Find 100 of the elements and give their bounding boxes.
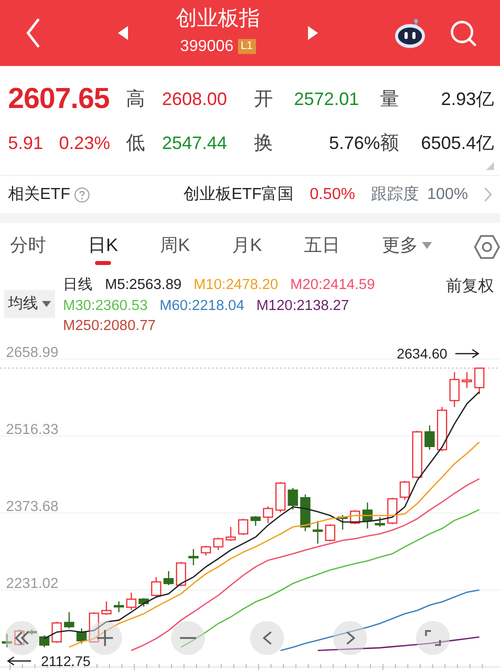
etf-name: 创业板ETF富国 [183, 184, 294, 204]
dropdown-caret-icon [422, 242, 432, 248]
candlestick [300, 494, 310, 532]
candlestick [101, 601, 112, 615]
candlestick [238, 518, 248, 535]
candlestick [39, 635, 50, 648]
chevron-right-icon [484, 187, 492, 202]
scroll-right-button[interactable] [333, 621, 367, 655]
double-chevron-left-icon [15, 631, 29, 645]
etf-change: 0.50% [310, 184, 356, 204]
price-change: 5.91 [8, 132, 44, 156]
previous-button[interactable] [118, 26, 128, 40]
quote-label: 额 [380, 132, 400, 156]
ma-value: M250:2080.77 [63, 317, 156, 336]
candlestick [424, 425, 435, 450]
page-title: 创业板指 [176, 7, 260, 31]
candlestick [350, 510, 360, 524]
candlestick [412, 430, 422, 478]
quote-label: 量 [380, 88, 400, 112]
settings-icon [474, 234, 500, 260]
candlestick [176, 562, 186, 586]
candlestick [164, 571, 174, 586]
scroll-left-button[interactable] [250, 621, 284, 655]
scroll-start-button[interactable] [5, 621, 39, 655]
candlestick [400, 480, 410, 500]
search-icon [450, 20, 476, 46]
tracking-label: 跟踪度 [371, 184, 420, 204]
percent-change: 0.23% [59, 132, 110, 156]
last-price: 2607.65 [8, 82, 110, 117]
candlestick [151, 577, 162, 596]
next-button[interactable] [308, 26, 318, 40]
etf-label: 相关ETF [8, 184, 70, 204]
fullscreen-button[interactable] [416, 621, 450, 655]
axis-label: 2231.02 [6, 576, 58, 592]
candlestick [338, 514, 348, 530]
fullscreen-icon [425, 630, 441, 646]
quote-value: 5.76% [328, 132, 380, 156]
candlestick [288, 488, 298, 510]
candlestick [188, 549, 199, 566]
search-button[interactable] [450, 20, 476, 46]
quote-label: 换 [254, 132, 274, 156]
quote-value: 2.93亿 [440, 88, 494, 112]
chart-tab[interactable]: 五日 [304, 228, 340, 266]
chart-tab[interactable]: 分时 [10, 228, 46, 266]
candlestick [250, 516, 261, 526]
ma-selector[interactable]: 均线 [4, 290, 55, 318]
candlestick [226, 526, 236, 541]
triangle-right-icon [308, 26, 318, 40]
candlestick [387, 498, 398, 524]
candlestick [114, 601, 124, 612]
index-code: 399006 [180, 36, 234, 57]
candlestick [374, 517, 385, 527]
candlestick [462, 372, 472, 388]
adjust-mode-button[interactable]: 前复权 [446, 271, 494, 299]
back-icon [24, 17, 42, 49]
ma-value: M20:2414.59 [290, 276, 375, 295]
zoom-out-button[interactable] [171, 621, 205, 655]
expand-corner-icon [486, 162, 494, 170]
quote-label: 开 [254, 88, 274, 112]
candlestick [213, 538, 224, 550]
candlestick [76, 628, 87, 644]
candlestick [362, 502, 373, 528]
candlestick [275, 482, 286, 512]
arrow [454, 349, 480, 358]
price-annotation: 2634.60 [396, 346, 448, 362]
quote-label: 高 [126, 88, 146, 112]
candlestick [2, 634, 12, 648]
robot-icon [394, 17, 426, 49]
chart-tab[interactable]: 月K [232, 228, 262, 266]
tracking-value: 100% [427, 184, 468, 204]
quote-label: 低 [126, 132, 146, 156]
minus-icon [180, 637, 196, 639]
ma-value: M5:2563.89 [105, 276, 182, 295]
chart-tab[interactable]: 日K [88, 228, 118, 266]
period-label: 日线 [63, 276, 93, 295]
chart-tab[interactable]: 周K [160, 228, 190, 266]
arrow [6, 656, 32, 666]
quote-value: 6505.4亿 [420, 132, 494, 156]
candlestick [126, 592, 136, 610]
quote-value: 2547.44 [162, 132, 228, 156]
chart-tab[interactable]: 更多 [382, 228, 432, 266]
triangle-left-icon [118, 26, 128, 40]
assistant-button[interactable] [394, 17, 426, 49]
zoom-in-button[interactable] [88, 621, 122, 655]
quote-value: 2608.00 [162, 88, 228, 112]
candlestick [449, 372, 460, 408]
candlestick [200, 546, 211, 556]
ma-value: M60:2218.04 [160, 296, 244, 316]
settings-button[interactable] [474, 234, 500, 260]
axis-label: 2516.33 [6, 422, 58, 438]
quote-value: 2572.01 [294, 88, 360, 112]
candlestick [88, 612, 100, 643]
ma-value: M10:2478.20 [194, 276, 278, 295]
back-button[interactable] [24, 17, 42, 49]
candlestick [312, 520, 323, 544]
price-annotation: 2112.75 [41, 653, 91, 669]
level-badge: L1 [238, 39, 256, 54]
candlestick [138, 598, 149, 607]
ma-value: M120:2138.27 [256, 296, 350, 316]
chevron-right-icon [346, 631, 354, 645]
